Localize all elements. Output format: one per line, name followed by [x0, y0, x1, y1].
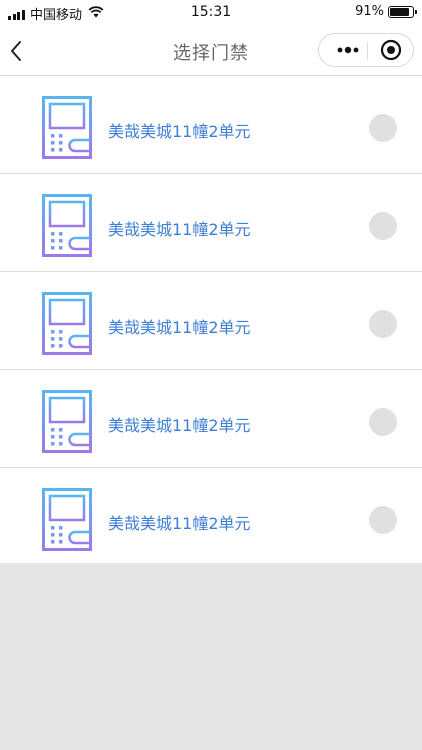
- door-name: 美哉美城11幢2单元: [108, 122, 251, 141]
- door-name: 美哉美城11幢2单元: [108, 220, 251, 239]
- target-icon: [380, 39, 402, 61]
- door-list-item[interactable]: 美哉美城11幢2单元: [0, 76, 422, 174]
- door-intercom-icon: [42, 488, 92, 551]
- door-icon-wrap: [42, 194, 92, 257]
- door-name: 美哉美城11幢2单元: [108, 514, 251, 533]
- select-radio[interactable]: [369, 408, 397, 436]
- status-right: 91%: [355, 4, 417, 19]
- door-intercom-icon: [42, 390, 92, 453]
- more-dots-icon: [337, 46, 359, 54]
- menu-capsule: [318, 33, 414, 67]
- more-button[interactable]: [327, 34, 367, 66]
- select-radio[interactable]: [369, 310, 397, 338]
- select-radio[interactable]: [369, 114, 397, 142]
- door-icon-wrap: [42, 96, 92, 159]
- door-intercom-icon: [42, 194, 92, 257]
- door-name: 美哉美城11幢2单元: [108, 416, 251, 435]
- status-bar: 中国移动 15:31 91%: [0, 0, 422, 26]
- door-icon-wrap: [42, 390, 92, 453]
- navigation-bar: 选择门禁: [0, 26, 422, 76]
- door-icon-wrap: [42, 488, 92, 551]
- door-list-item[interactable]: 美哉美城11幢2单元: [0, 174, 422, 272]
- door-list: 美哉美城11幢2单元 美哉美城11幢2单元 美哉美城11幢2单元 美哉美城11幢…: [0, 76, 422, 563]
- capsule-divider: [367, 42, 368, 60]
- door-intercom-icon: [42, 96, 92, 159]
- door-list-item[interactable]: 美哉美城11幢2单元: [0, 468, 422, 563]
- battery-percent: 91%: [355, 4, 384, 19]
- door-icon-wrap: [42, 292, 92, 355]
- battery-fill: [390, 7, 409, 16]
- door-name: 美哉美城11幢2单元: [108, 318, 251, 337]
- door-intercom-icon: [42, 292, 92, 355]
- select-radio[interactable]: [369, 212, 397, 240]
- select-radio[interactable]: [369, 506, 397, 534]
- door-list-item[interactable]: 美哉美城11幢2单元: [0, 370, 422, 468]
- close-miniprogram-button[interactable]: [371, 34, 411, 66]
- battery-icon: [388, 5, 417, 18]
- door-list-item[interactable]: 美哉美城11幢2单元: [0, 272, 422, 370]
